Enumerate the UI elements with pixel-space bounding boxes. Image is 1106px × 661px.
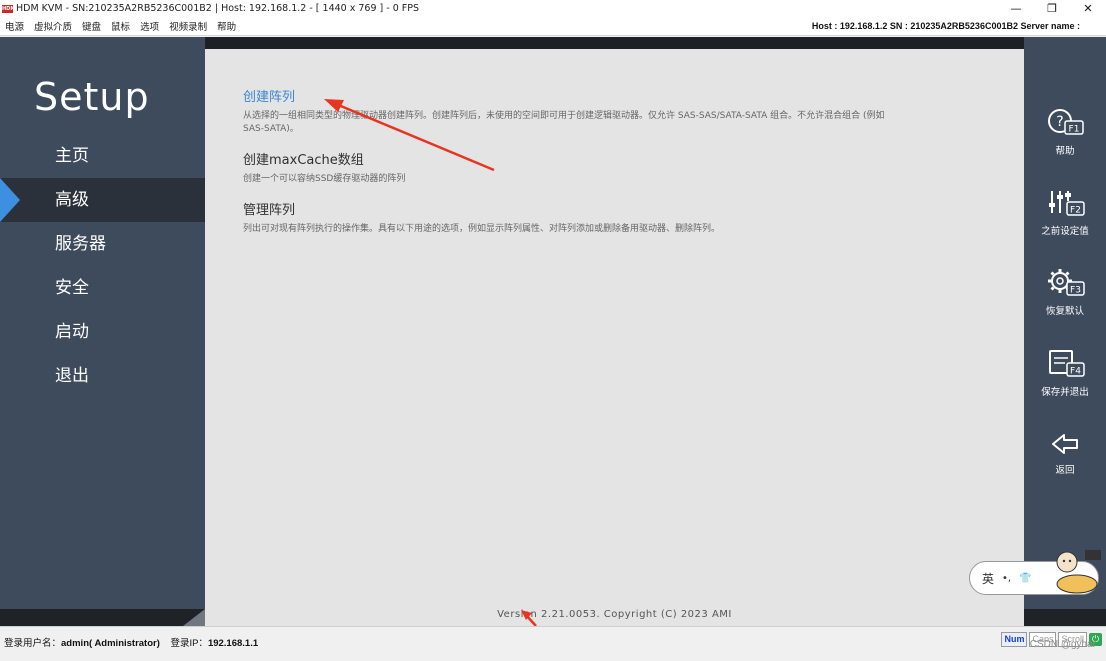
num-lock-indicator[interactable]: Num xyxy=(1001,632,1028,647)
nav-item-advanced[interactable]: 高级 xyxy=(0,178,205,222)
host-info: Host : 192.168.1.2 SN : 210235A2RB5236C0… xyxy=(811,21,1080,31)
ime-mascot-icon xyxy=(1056,550,1101,594)
entry-create-array[interactable]: 创建阵列 从选择的一组相同类型的物理驱动器创建阵列。创建阵列后，未使用的空间即可… xyxy=(243,86,903,136)
gear-icon: F3 xyxy=(1048,269,1085,296)
window-controls: — ❐ ✕ xyxy=(998,0,1106,17)
menu-power[interactable]: 电源 xyxy=(0,19,29,33)
nav-item-server[interactable]: 服务器 xyxy=(0,222,205,266)
fkey-label: 帮助 xyxy=(1055,146,1075,157)
fkey-previous-values[interactable]: F2 之前设定值 xyxy=(1024,187,1106,237)
back-arrow-icon xyxy=(1052,434,1078,454)
login-ip: 192.168.1.1 xyxy=(207,638,259,649)
menu-mouse[interactable]: 鼠标 xyxy=(106,19,135,33)
fkey-label: 返回 xyxy=(1055,465,1075,476)
fkey-key: F2 xyxy=(1070,206,1081,216)
help-icon: ? F1 xyxy=(1048,109,1084,135)
entry-desc: 从选择的一组相同类型的物理驱动器创建阵列。创建阵列后，未使用的空间即可用于创建逻… xyxy=(243,111,885,134)
bios-nav: 主页 高级 服务器 安全 启动 退出 xyxy=(0,134,205,398)
entry-title[interactable]: 创建阵列 xyxy=(243,86,903,105)
entry-desc: 列出可对现有阵列执行的操作集。具有以下用途的选项，例如显示阵列属性、对阵列添加或… xyxy=(243,224,721,234)
save-icon: F4 xyxy=(1049,350,1085,377)
fkey-label: 之前设定值 xyxy=(1041,226,1089,237)
fkey-save-exit[interactable]: F4 保存并退出 xyxy=(1024,348,1106,398)
ime-punctuation[interactable]: •, xyxy=(1002,573,1011,584)
entry-title[interactable]: 创建maxCache数组 xyxy=(243,149,903,168)
nav-item-main[interactable]: 主页 xyxy=(0,134,205,178)
fkey-back[interactable]: 返回 xyxy=(1024,430,1106,476)
right-panel-footer xyxy=(1024,609,1106,626)
login-ip-label: 登录IP： xyxy=(170,638,208,649)
fkey-label: 恢复默认 xyxy=(1045,306,1084,317)
version-text: Version 2.21.0053. Copyright (C) 2023 AM… xyxy=(497,609,732,620)
menu-keyboard[interactable]: 键盘 xyxy=(77,19,106,33)
bios-left-panel: Setup 主页 高级 服务器 安全 启动 退出 xyxy=(0,37,205,626)
close-button[interactable]: ✕ xyxy=(1070,0,1106,17)
menubar: 电源 虚拟介质 键盘 鼠标 选项 视频录制 帮助 Host : 192.168.… xyxy=(0,17,1106,36)
ime-skin-icon[interactable]: 👕 xyxy=(1019,573,1031,584)
fkey-restore-defaults[interactable]: F3 恢复默认 xyxy=(1024,267,1106,317)
menu-virtual-media[interactable]: 虚拟介质 xyxy=(29,19,77,33)
menu-help[interactable]: 帮助 xyxy=(212,19,241,33)
nav-item-security[interactable]: 安全 xyxy=(0,266,205,310)
fkey-key: F3 xyxy=(1070,286,1081,296)
bios-content: 创建阵列 从选择的一组相同类型的物理驱动器创建阵列。创建阵列后，未使用的空间即可… xyxy=(205,49,1024,626)
app-logo-icon: HDM xyxy=(2,4,16,13)
fkey-label: 保存并退出 xyxy=(1041,387,1089,398)
watermark: CSDN @gyhar xyxy=(1029,639,1096,650)
entry-title[interactable]: 管理阵列 xyxy=(243,199,903,218)
fkey-key: F1 xyxy=(1069,125,1080,135)
entry-manage-array[interactable]: 管理阵列 列出可对现有阵列执行的操作集。具有以下用途的选项，例如显示阵列属性、对… xyxy=(243,199,903,236)
minimize-button[interactable]: — xyxy=(998,0,1034,17)
menu-video-record[interactable]: 视频录制 xyxy=(164,19,212,33)
left-panel-footer xyxy=(0,609,205,626)
bios-right-panel: ? F1 帮助 F2 之前设定值 F3 恢复默认 F4 保存并退出 返回 xyxy=(1024,37,1106,626)
statusbar: 登录用户名：admin( Administrator) 登录IP：192.168… xyxy=(0,626,1106,661)
entry-create-maxcache[interactable]: 创建maxCache数组 创建一个可以容纳SSD缓存驱动器的阵列 xyxy=(243,149,903,186)
login-user-label: 登录用户名： xyxy=(4,638,62,649)
login-info: 登录用户名：admin( Administrator) 登录IP：192.168… xyxy=(4,635,258,649)
fkey-key: F4 xyxy=(1070,367,1081,377)
remote-screen[interactable]: Setup 主页 高级 服务器 安全 启动 退出 创建阵列 从选择的一组相同类型… xyxy=(0,37,1106,626)
window-title: HDM KVM - SN:210235A2RB5236C001B2 | Host… xyxy=(16,3,419,14)
ime-language[interactable]: 英 xyxy=(982,570,994,587)
entry-desc: 创建一个可以容纳SSD缓存驱动器的阵列 xyxy=(243,174,406,184)
sliders-icon: F2 xyxy=(1049,191,1085,216)
fkey-help[interactable]: ? F1 帮助 xyxy=(1024,107,1106,157)
top-strip xyxy=(205,37,1024,49)
menu-options[interactable]: 选项 xyxy=(135,19,164,33)
login-user: admin( Administrator) xyxy=(61,638,160,649)
svg-text:?: ? xyxy=(1056,114,1063,130)
nav-item-boot[interactable]: 启动 xyxy=(0,310,205,354)
nav-item-exit[interactable]: 退出 xyxy=(0,354,205,398)
window-titlebar: HDM HDM KVM - SN:210235A2RB5236C001B2 | … xyxy=(0,0,1106,17)
setup-title: Setup xyxy=(34,75,150,119)
restore-button[interactable]: ❐ xyxy=(1034,0,1070,17)
